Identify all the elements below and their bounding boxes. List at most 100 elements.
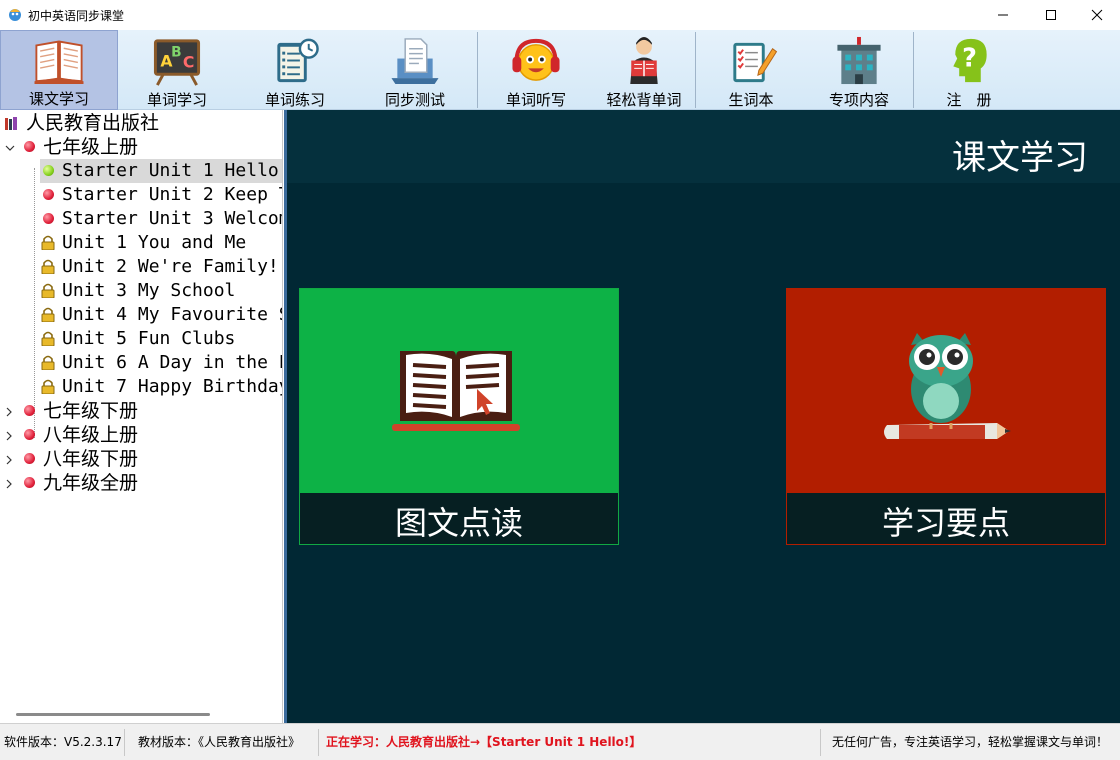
tree-guide-line [34,168,35,438]
tree-unit-label: Unit 4 My Favourite Subject [62,304,282,325]
toolbar-label: 单词学习 [146,91,207,109]
headphones-face-icon [512,38,560,81]
svg-text:?: ? [962,43,977,73]
toolbar-label: 课文学习 [28,90,89,108]
svg-text:B: B [171,45,181,61]
tree-unit-row-selected[interactable]: Starter Unit 1 Hello! [40,159,283,183]
tree-unit-row[interactable]: Unit 7 Happy Birthday! [40,375,283,399]
owl-pencil-icon [787,289,1105,493]
chevron-down-icon[interactable] [5,143,15,153]
status-separator [124,729,125,756]
tree-unit-label: Unit 5 Fun Clubs [62,328,236,349]
tree-grade-label: 八年级上册 [43,424,139,446]
tree-grade-label: 八年级下册 [43,448,139,470]
toolbar-label: 单词练习 [264,91,325,109]
laptop-document-icon [391,38,439,85]
toolbar-sync-test-button[interactable]: 同步测试 [354,30,476,110]
status-bar: 软件版本：V5.2.3.17 教材版本：《人民教育出版社》 正在学习：人民教育出… [0,723,1120,760]
toolbar-label: 注 册 [946,91,992,109]
toolbar-easy-memorize-button[interactable]: 轻松背单词 [594,30,694,110]
tree-unit-label: Unit 1 You and Me [62,232,247,253]
checklist-clock-icon [277,38,319,83]
status-separator [318,729,319,756]
lock-icon [41,331,55,346]
toolbar-label: 轻松背单词 [606,91,682,109]
toolbar-register-button[interactable]: ? 注 册 [914,30,1024,110]
tree-unit-label: Unit 7 Happy Birthday! [62,376,283,397]
window-title: 初中英语同步课堂 [28,9,125,23]
key-points-card[interactable]: 学习要点 [786,288,1106,545]
tree-grade-label: 七年级下册 [43,400,139,422]
tree-unit-row[interactable]: Starter Unit 2 Keep Tidy! [40,183,282,207]
toolbar-vocab-book-button[interactable]: 生词本 [696,30,806,110]
tree-unit-row[interactable]: Unit 3 My School [40,279,282,303]
toolbar-text-study-button[interactable]: 课文学习 [0,30,118,110]
toolbar-word-practice-button[interactable]: 单词练习 [236,30,354,110]
main-toolbar: 课文学习 A B C 单词学习 单词练习 同步测试 单词听写 轻松背单词 生词本… [0,30,1120,110]
card-caption: 图文点读 [300,493,618,544]
tree-unit-label: Starter Unit 2 Keep Tidy! [62,184,282,205]
chevron-right-icon[interactable] [4,407,14,417]
close-icon [1091,9,1103,21]
maximize-button[interactable] [1028,0,1074,30]
tree-grade-7b[interactable]: 七年级下册 [0,399,282,423]
textbook-edition: 教材版本：《人民教育出版社》 [138,735,301,749]
software-version: 软件版本：V5.2.3.17 [4,735,122,749]
toolbar-label: 单词听写 [505,91,566,109]
tree-unit-label: Unit 2 We're Family! [62,256,279,277]
main-header: 课文学习 [287,110,1120,183]
current-lesson: 正在学习：人民教育出版社→【Starter Unit 1 Hello!】 [326,735,642,749]
minimize-icon [998,14,1008,16]
tree-horizontal-scrollbar[interactable] [16,713,210,716]
title-bar: 初中英语同步课堂 [0,0,1120,30]
picture-reading-card[interactable]: 图文点读 [299,288,619,545]
tree-unit-label: Unit 6 A Day in the Life [62,352,282,373]
textbook-tree[interactable]: 人民教育出版社 七年级上册 Starter Unit 1 Hello! Star… [0,110,283,723]
status-dot-icon [24,141,35,152]
tree-unit-row[interactable]: Unit 1 You and Me [40,231,282,255]
building-icon [837,36,881,85]
status-dot-icon [24,453,35,464]
lock-icon [41,379,55,394]
tree-grade-9[interactable]: 九年级全册 [0,471,282,495]
toolbar-special-content-button[interactable]: 专项内容 [806,30,912,110]
status-dot-icon [24,477,35,488]
toolbar-label: 生词本 [728,91,774,109]
page-title: 课文学习 [952,138,1088,178]
book-icon [34,40,84,85]
status-dot-icon [24,429,35,440]
close-button[interactable] [1074,0,1120,30]
help-head-icon: ? [953,38,987,83]
chevron-right-icon[interactable] [4,479,14,489]
toolbar-dictation-button[interactable]: 单词听写 [478,30,594,110]
tree-grade-label: 七年级上册 [43,136,139,158]
app-logo-icon [9,9,21,21]
svg-text:C: C [183,52,195,71]
tree-grade-label: 九年级全册 [43,472,139,494]
lock-icon [41,259,55,274]
tree-root-label: 人民教育出版社 [26,112,160,134]
status-dot-icon [43,165,54,176]
status-dot-icon [24,405,35,416]
main-content: 课文学习 图文点读 学习要点 [284,110,1120,723]
status-dot-icon [43,213,54,224]
tree-grade-8a[interactable]: 八年级上册 [0,423,282,447]
tree-unit-row[interactable]: Unit 2 We're Family! [40,255,282,279]
tree-grade-7a[interactable]: 七年级上册 [0,135,282,159]
tree-unit-label: Starter Unit 1 Hello! [62,160,283,181]
minimize-button[interactable] [980,0,1026,30]
tree-unit-row[interactable]: Unit 4 My Favourite Subject [40,303,282,327]
status-dot-icon [43,189,54,200]
toolbar-label: 专项内容 [828,91,889,109]
lock-icon [41,307,55,322]
chevron-right-icon[interactable] [4,455,14,465]
tree-unit-label: Unit 3 My School [62,280,236,301]
tree-grade-8b[interactable]: 八年级下册 [0,447,282,471]
tree-unit-row[interactable]: Unit 5 Fun Clubs [40,327,282,351]
chevron-right-icon[interactable] [4,431,14,441]
toolbar-word-study-button[interactable]: A B C 单词学习 [118,30,236,110]
lock-icon [41,355,55,370]
tree-unit-row[interactable]: Unit 6 A Day in the Life [40,351,282,375]
books-icon [5,117,17,130]
tree-unit-row[interactable]: Starter Unit 3 Welcome! [40,207,282,231]
